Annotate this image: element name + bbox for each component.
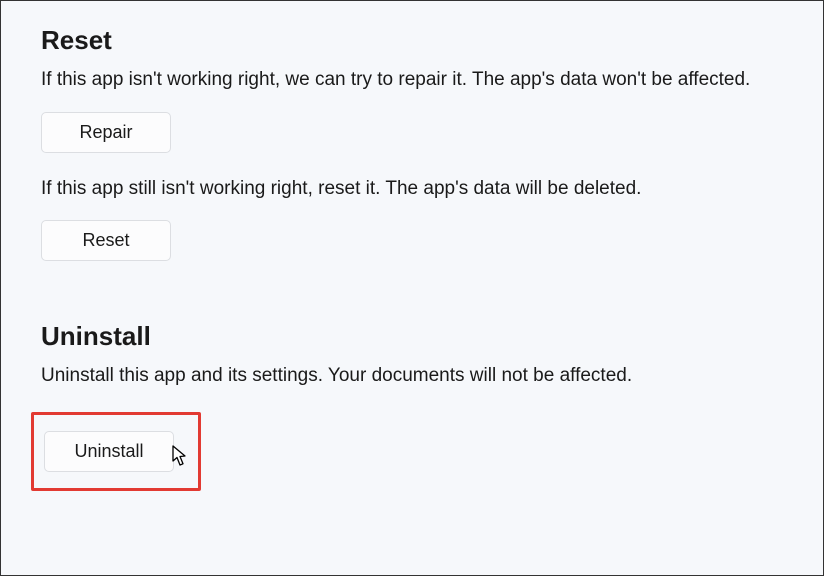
repair-description: If this app isn't working right, we can … [41, 66, 761, 94]
uninstall-description: Uninstall this app and its settings. You… [41, 362, 761, 390]
reset-description: If this app still isn't working right, r… [41, 175, 761, 203]
uninstall-section: Uninstall Uninstall this app and its set… [41, 321, 783, 491]
reset-button[interactable]: Reset [41, 220, 171, 261]
uninstall-button[interactable]: Uninstall [44, 431, 174, 472]
reset-heading: Reset [41, 25, 783, 56]
highlight-annotation: Uninstall [31, 412, 201, 491]
uninstall-heading: Uninstall [41, 321, 783, 352]
cursor-icon [172, 445, 190, 467]
reset-section: Reset If this app isn't working right, w… [41, 25, 783, 261]
repair-button[interactable]: Repair [41, 112, 171, 153]
